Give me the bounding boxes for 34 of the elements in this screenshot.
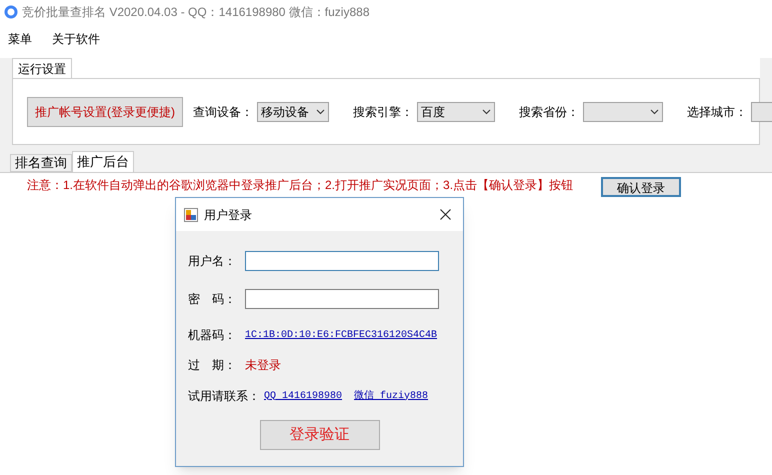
password-field[interactable] [245,289,439,309]
contact-link[interactable]: QQ 1416198980 [264,388,342,404]
chevron-down-icon [316,108,325,114]
username-field[interactable] [245,251,439,271]
expiry-status: 未登录 [245,357,281,374]
app-logo-icon [4,5,18,19]
dropdown[interactable] [583,102,663,122]
window-title: 竞价批量查排名 V2020.04.03 - QQ：1416198980 微信：fuziy888 [22,4,370,21]
confirm-login-button[interactable]: 确认登录 [601,177,682,197]
menu-item[interactable]: 关于软件 [52,30,100,48]
username-label: 用户名： [188,253,237,270]
field-label: 搜索省份： [519,104,579,120]
chevron-down-icon [482,108,491,114]
chevron-down-icon [650,108,659,114]
machine-code-label: 机器码： [188,327,237,344]
machine-code-link[interactable]: 1C:1B:0D:10:E6:FCBFEC316120S4C4B [245,328,438,342]
tab[interactable]: 运行设置 [12,58,72,78]
close-icon[interactable] [440,209,451,220]
contact-link[interactable]: 微信 fuziy888 [354,388,428,404]
password-label: 密 码： [188,291,237,308]
login-verify-button[interactable]: 登录验证 [260,420,380,450]
app-window-icon [184,208,198,222]
field-label: 搜索引擎： [353,104,413,120]
tab[interactable]: 推广后台 [72,151,134,172]
field-label: 查询设备： [193,104,253,120]
notice-text: 注意：1.在软件自动弹出的谷歌浏览器中登录推广后台；2.打开推广实况页面；3.点击【确认登录】按钮 [27,177,574,193]
menu-item[interactable]: 菜单 [8,30,32,48]
field-label: 选择城市： [687,104,747,120]
dropdown[interactable]: 移动设备 [257,102,329,122]
account-settings-button[interactable]: 推广帐号设置(登录更便捷) [27,96,183,126]
tab[interactable]: 排名查询 [10,154,72,172]
dialog-title: 用户登录 [204,206,252,224]
expiry-label: 过 期： [188,357,237,374]
dropdown[interactable]: 百度 [417,102,495,122]
